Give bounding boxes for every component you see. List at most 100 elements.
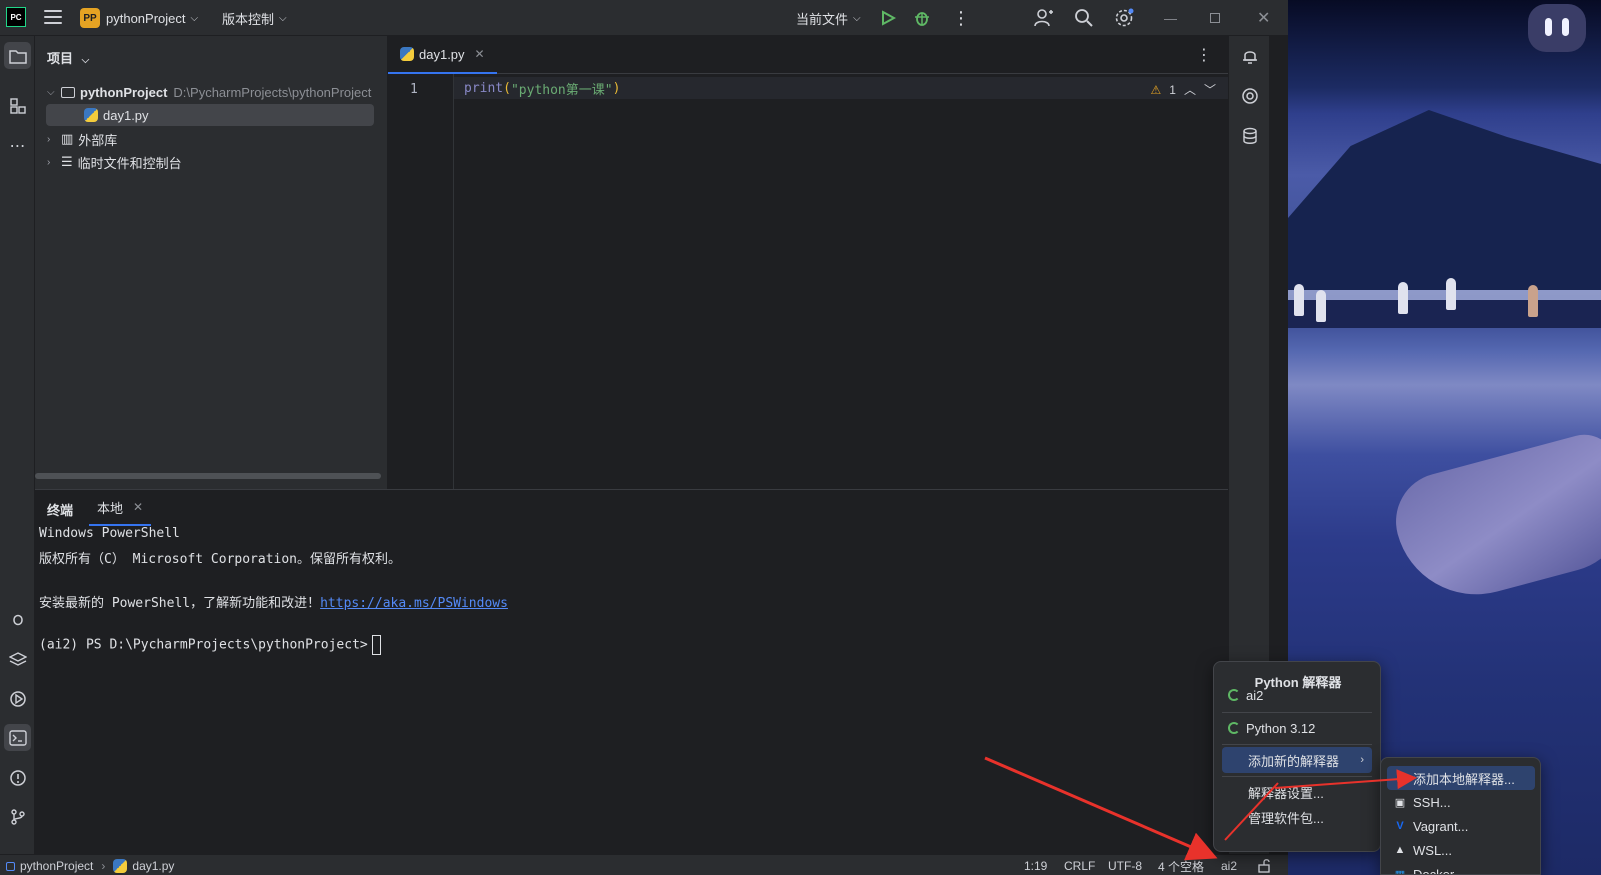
menu-item-label: ai2 bbox=[1246, 687, 1264, 703]
horizontal-scrollbar[interactable] bbox=[35, 473, 381, 479]
gear-icon bbox=[1115, 8, 1134, 27]
tree-item-path: D:\PycharmProjects\pythonProject bbox=[173, 84, 372, 100]
search-icon bbox=[1075, 9, 1093, 27]
git-branch-icon bbox=[10, 808, 25, 825]
search-button[interactable] bbox=[1074, 0, 1094, 36]
caret-position[interactable]: 1:19 bbox=[1024, 857, 1047, 875]
menu-separator bbox=[1222, 776, 1372, 777]
minimize-button[interactable]: — bbox=[1164, 0, 1177, 36]
menu-item-label: Python 3.12 bbox=[1246, 720, 1316, 736]
tree-item-external-libraries[interactable]: › ▥ 外部库 bbox=[47, 128, 117, 150]
python-file-icon bbox=[113, 859, 128, 873]
inspection-widget[interactable]: ⚠ 1 ︿ ﹀ bbox=[1151, 81, 1216, 98]
interpreter-selector[interactable]: ai2 bbox=[1221, 857, 1237, 875]
add-local-interpreter-item[interactable]: ⌂ 添加本地解释器... bbox=[1387, 766, 1535, 790]
add-user-button[interactable] bbox=[1034, 0, 1054, 36]
debug-button[interactable] bbox=[913, 0, 931, 36]
python-packages-button[interactable] bbox=[4, 646, 31, 673]
chevron-down-icon[interactable]: ﹀ bbox=[1204, 81, 1216, 98]
line-ending[interactable]: CRLF bbox=[1064, 857, 1095, 875]
services-button[interactable] bbox=[4, 685, 31, 712]
library-icon: ▥ bbox=[61, 131, 74, 146]
terminal-tab-local[interactable]: 本地 ✕ bbox=[89, 490, 152, 526]
terminal-tool-button[interactable] bbox=[4, 724, 31, 751]
code-paren: ( bbox=[503, 80, 511, 96]
robot-mascot-icon bbox=[1528, 4, 1586, 52]
git-tool-button[interactable] bbox=[4, 803, 31, 830]
database-button[interactable] bbox=[1236, 122, 1263, 149]
title-bar: PC PP pythonProject ⌵ 版本控制 ⌵ 当前文件 ⌵ ⋮ — … bbox=[0, 0, 1288, 36]
wsl-item[interactable]: ▲ WSL... bbox=[1387, 838, 1535, 862]
terminal-output-line: 版权所有（C） Microsoft Corporation。保留所有权利。 bbox=[39, 552, 402, 567]
menu-item-label: 管理软件包... bbox=[1248, 810, 1324, 826]
more-tools-icon[interactable]: ⋯ bbox=[4, 132, 31, 159]
manage-packages-item[interactable]: 管理软件包... bbox=[1222, 804, 1372, 830]
project-panel: 项目 ⌵ ⌵ pythonProject D:\PycharmProjects\… bbox=[35, 36, 388, 489]
structure-tool-button[interactable] bbox=[4, 92, 31, 119]
menu-item-label: Docker bbox=[1413, 866, 1455, 875]
services-icon bbox=[9, 690, 26, 707]
python-file-icon bbox=[84, 108, 98, 122]
ssh-item[interactable]: ▣ SSH... bbox=[1387, 790, 1535, 814]
wallpaper-shore bbox=[1288, 300, 1601, 328]
vagrant-item[interactable]: V Vagrant... bbox=[1387, 814, 1535, 838]
close-icon[interactable]: ✕ bbox=[133, 500, 143, 514]
file-encoding[interactable]: UTF-8 bbox=[1108, 857, 1142, 875]
docker-item[interactable]: ▦ Docker bbox=[1387, 862, 1535, 875]
project-panel-title[interactable]: 项目 ⌵ bbox=[47, 48, 89, 67]
python-env-icon bbox=[1228, 689, 1240, 701]
main-menu-icon[interactable] bbox=[44, 10, 62, 24]
code-line[interactable]: print("python第一课") bbox=[454, 77, 1228, 99]
terminal-tab-label: 本地 bbox=[97, 500, 124, 516]
editor-tab-day1-py[interactable]: day1.py ✕ bbox=[388, 36, 497, 74]
notifications-button[interactable] bbox=[1236, 42, 1263, 69]
bug-icon bbox=[915, 12, 929, 26]
project-switcher[interactable]: PP pythonProject ⌵ bbox=[80, 0, 198, 36]
terminal-cursor bbox=[371, 635, 381, 655]
unlock-icon[interactable] bbox=[1257, 857, 1271, 875]
breadcrumb: pythonProject › day1.py bbox=[6, 857, 174, 875]
more-actions-icon[interactable]: ⋮ bbox=[952, 0, 970, 36]
interpreter-item-ai2[interactable]: ai2 bbox=[1222, 682, 1372, 708]
breadcrumb-file[interactable]: day1.py bbox=[132, 859, 174, 873]
tree-item-project-root[interactable]: ⌵ pythonProject D:\PycharmProjects\pytho… bbox=[47, 81, 371, 103]
add-interpreter-item[interactable]: 添加新的解释器 › bbox=[1222, 747, 1372, 773]
editor-tabs-menu-icon[interactable]: ⋮ bbox=[1196, 45, 1212, 65]
menu-item-label: Vagrant... bbox=[1413, 818, 1469, 834]
close-icon[interactable]: ✕ bbox=[475, 47, 485, 61]
project-name: pythonProject bbox=[106, 10, 186, 26]
docker-icon: ▦ bbox=[1394, 868, 1406, 875]
project-panel-title-text: 项目 bbox=[47, 51, 74, 66]
robot-eye bbox=[1562, 18, 1569, 36]
chevron-down-icon: ⌵ bbox=[81, 55, 90, 66]
terminal-output-line: 安装最新的 PowerShell，了解新功能和改进！https://aka.ms… bbox=[39, 592, 508, 611]
add-user-icon bbox=[1034, 9, 1053, 27]
chevron-up-icon[interactable]: ︿ bbox=[1184, 81, 1196, 98]
python-console-button[interactable] bbox=[4, 606, 31, 633]
editor-tab-bar: day1.py ✕ ⋮ bbox=[388, 36, 1228, 74]
status-bar: pythonProject › day1.py 1:19 CRLF UTF-8 … bbox=[0, 854, 1288, 875]
structure-icon bbox=[9, 97, 26, 114]
problems-icon bbox=[9, 769, 26, 786]
close-window-icon[interactable]: ✕ bbox=[1257, 0, 1270, 36]
run-config-selector[interactable]: 当前文件 ⌵ bbox=[796, 0, 861, 36]
breadcrumb-project[interactable]: pythonProject bbox=[20, 859, 93, 873]
terminal-prompt: (ai2) PS D:\PycharmProjects\pythonProjec… bbox=[39, 637, 368, 653]
maximize-button[interactable] bbox=[1210, 0, 1220, 36]
indent-setting[interactable]: 4 个空格 bbox=[1158, 857, 1204, 875]
terminal-panel: 终端 本地 ✕ Windows PowerShell 版权所有（C） Micro… bbox=[35, 489, 1228, 854]
terminal-prompt-line[interactable]: (ai2) PS D:\PycharmProjects\pythonProjec… bbox=[39, 635, 381, 655]
run-config-label: 当前文件 bbox=[796, 11, 849, 27]
tree-item-day1-py[interactable]: day1.py bbox=[46, 104, 374, 126]
interpreter-item-python312[interactable]: Python 3.12 bbox=[1222, 715, 1372, 741]
ai-assistant-button[interactable] bbox=[1236, 82, 1263, 109]
menu-separator bbox=[1222, 744, 1372, 745]
run-button[interactable] bbox=[880, 0, 896, 36]
settings-button[interactable] bbox=[1114, 0, 1134, 36]
tree-item-scratches[interactable]: › ☰ 临时文件和控制台 bbox=[47, 151, 182, 173]
vcs-menu[interactable]: 版本控制 ⌵ bbox=[222, 0, 287, 36]
problems-tool-button[interactable] bbox=[4, 764, 31, 791]
powershell-link[interactable]: https://aka.ms/PSWindows bbox=[320, 596, 508, 611]
project-tool-button[interactable] bbox=[4, 42, 31, 69]
interpreter-settings-item[interactable]: 解释器设置... bbox=[1222, 779, 1372, 805]
